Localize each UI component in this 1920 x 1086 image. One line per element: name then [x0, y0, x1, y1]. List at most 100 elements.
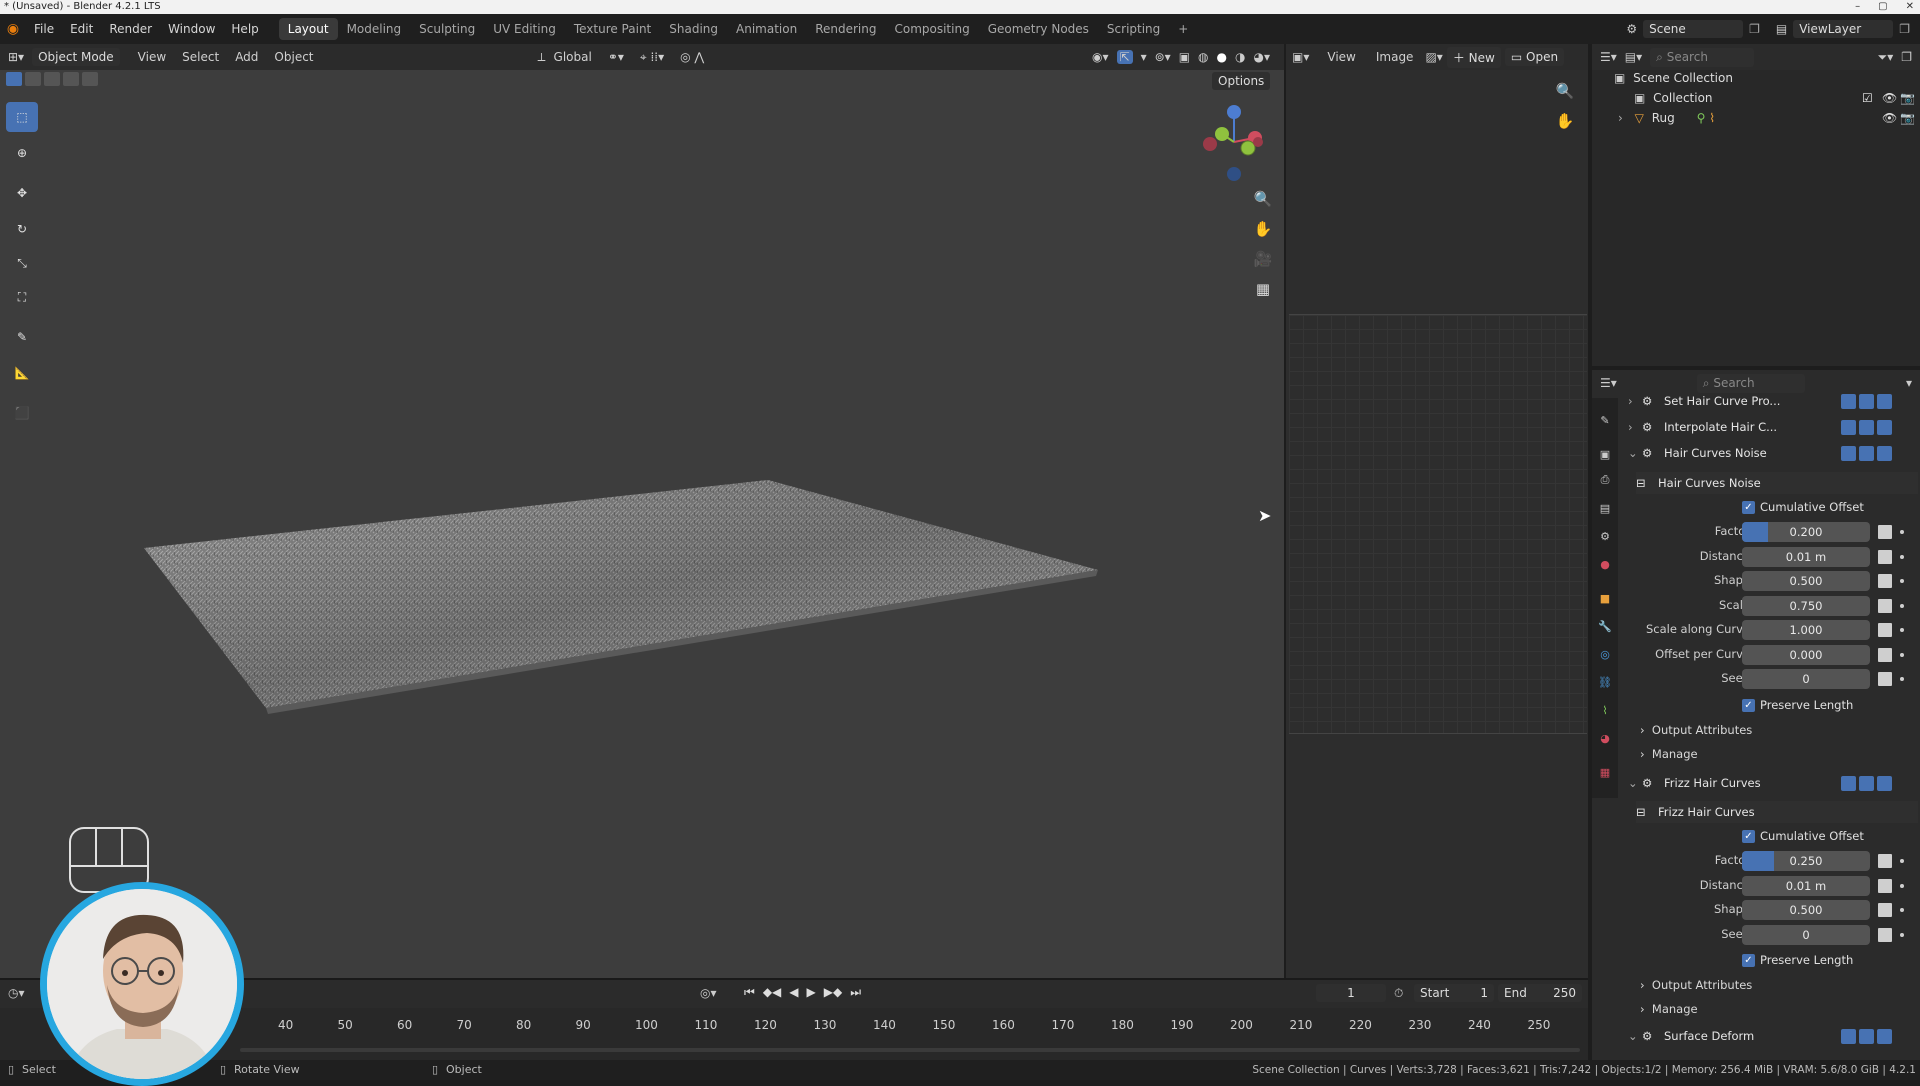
maximize-button[interactable]: ▢ [1878, 0, 1887, 14]
image-zoom-icon[interactable]: 🔍 [1552, 78, 1578, 104]
modifier-set-hair-curve-profile[interactable]: › ⚙ Set Hair Curve Pro... [1628, 390, 1918, 412]
object-tab-icon[interactable]: ■ [1597, 590, 1613, 606]
field-value-slider[interactable]: 0 [1742, 924, 1870, 945]
material-tab-icon[interactable]: ◕ [1597, 730, 1613, 746]
end-frame-field[interactable]: End 250 [1498, 984, 1582, 1002]
new-collection-icon[interactable]: ❐ [1901, 50, 1920, 64]
next-keyframe-icon[interactable]: ▶◆ [824, 985, 842, 1000]
jump-end-icon[interactable]: ⏭ [850, 985, 861, 1000]
noise-manage-panel[interactable]: › Manage [1640, 744, 1840, 764]
annotate-tool[interactable]: ✎ [6, 322, 38, 352]
texture-tab-icon[interactable]: ▦ [1597, 764, 1613, 780]
solid-shading-icon[interactable]: ● [1217, 50, 1227, 64]
play-icon[interactable]: ▶ [807, 985, 816, 1000]
attribute-toggle-icon[interactable] [1878, 525, 1892, 539]
image-browse-icon[interactable]: ▨▾ [1425, 50, 1442, 64]
move-tool[interactable]: ✥ [6, 178, 38, 208]
snap-icon[interactable]: ⌖ ⁞⁞▾ [632, 50, 672, 65]
collapse-chevron-icon[interactable]: ⌄ [1628, 1029, 1642, 1043]
expand-chevron-icon[interactable]: › [1628, 420, 1642, 434]
keying-icon[interactable]: ◎▾ [700, 986, 717, 1000]
noise-field-seed[interactable]: Seed 0 [1628, 668, 1918, 690]
keyframe-dot-icon[interactable] [1900, 579, 1904, 583]
select-new-icon[interactable] [6, 72, 22, 86]
modifier-surface-deform[interactable]: ⌄ ⚙ Surface Deform [1628, 1025, 1918, 1047]
measure-tool[interactable]: 📐 [6, 358, 38, 388]
attribute-toggle-icon[interactable] [1878, 878, 1892, 893]
keyframe-dot-icon[interactable] [1900, 932, 1904, 937]
timeline-type-icon[interactable]: ◷▾ [8, 986, 25, 1000]
properties-type-icon[interactable]: ☰▾ [1600, 376, 1617, 390]
navigation-gizmo[interactable] [1196, 100, 1266, 184]
frizz-field-factor[interactable]: Factor 0.250 [1628, 850, 1918, 872]
field-value-slider[interactable]: 0.01 m [1742, 546, 1870, 567]
collapse-chevron-icon[interactable]: ⌄ [1628, 446, 1642, 460]
frizz-node-group-selector[interactable]: ⊟ Frizz Hair Curves [1636, 801, 1918, 823]
tab-compositing[interactable]: Compositing [885, 18, 978, 40]
pivot-icon[interactable]: ⚭▾ [600, 50, 632, 64]
viewlayer-selector[interactable]: ViewLayer [1793, 20, 1894, 38]
field-value-slider[interactable]: 0 [1742, 669, 1870, 689]
add-cube-tool[interactable]: ⬛ [6, 398, 38, 428]
timeline-scrollbar[interactable] [240, 1048, 1580, 1052]
rendered-shading-icon[interactable]: ◕▾ [1254, 50, 1271, 64]
options-dropdown[interactable]: Options [1212, 72, 1271, 90]
xray-icon[interactable]: ▣ [1179, 50, 1190, 64]
scene-selector[interactable]: Scene [1643, 20, 1744, 38]
viewport-menu-add[interactable]: Add [227, 50, 266, 64]
select-subtract-icon[interactable] [44, 72, 60, 86]
noise-field-shape[interactable]: Shape 0.500 [1628, 570, 1918, 592]
camera-view-icon[interactable]: 🎥 [1250, 246, 1276, 272]
outliner-type-icon[interactable]: ☰▾ [1600, 50, 1617, 64]
pan-hand-icon[interactable]: ✋ [1250, 216, 1276, 242]
attribute-toggle-icon[interactable] [1878, 903, 1892, 917]
noise-field-scale-along-curve[interactable]: Scale along Curve 1.000 [1628, 619, 1918, 641]
properties-options-icon[interactable]: ▾ [1906, 376, 1920, 390]
view-layer-tab-icon[interactable]: ▤ [1597, 500, 1613, 516]
overlay-icon[interactable]: ⊚▾ [1155, 50, 1171, 64]
menu-render[interactable]: Render [101, 14, 160, 44]
start-frame-field[interactable]: Start 1 [1414, 984, 1494, 1002]
noise-output-attributes-panel[interactable]: › Output Attributes [1640, 720, 1840, 740]
render-camera-icon[interactable]: 📷 [1900, 88, 1915, 108]
jump-start-icon[interactable]: ⏮ [744, 985, 755, 1000]
attribute-toggle-icon[interactable] [1878, 927, 1892, 942]
tab-texture-paint[interactable]: Texture Paint [565, 18, 660, 40]
frizz-cumulative-offset-checkbox[interactable]: ✓ Cumulative Offset [1742, 826, 1918, 848]
field-value-slider[interactable]: 0.250 [1742, 851, 1870, 871]
keyframe-dot-icon[interactable] [1900, 883, 1904, 888]
material-shading-icon[interactable]: ◑ [1235, 50, 1245, 64]
image-pan-icon[interactable]: ✋ [1552, 108, 1578, 134]
scale-tool[interactable]: ⤡ [6, 248, 38, 278]
menu-edit[interactable]: Edit [62, 14, 101, 44]
rug-render-camera-icon[interactable]: 📷 [1900, 108, 1915, 128]
select-box-tool[interactable]: ⬚ [6, 102, 38, 132]
keyframe-dot-icon[interactable] [1900, 652, 1904, 657]
field-value-slider[interactable]: 0.500 [1742, 571, 1870, 591]
new-image-button[interactable]: ＋ New [1446, 46, 1501, 68]
outliner-row-rug[interactable]: › ▽ Rug ⚲ ⌇ 👁 📷 [1592, 108, 1920, 128]
outliner-row-collection[interactable]: ▣ Collection ☑ 👁 📷 [1592, 88, 1920, 108]
editor-type-icon[interactable]: ⊞▾ [0, 50, 32, 64]
perspective-grid-icon[interactable]: ▦ [1250, 276, 1276, 302]
field-value-slider[interactable]: 0.500 [1742, 900, 1870, 920]
outliner-row-scene-collection[interactable]: ▣ Scene Collection [1592, 68, 1920, 88]
render-tab-icon[interactable]: ▣ [1597, 446, 1613, 462]
keyframe-dot-icon[interactable] [1900, 677, 1904, 681]
minimize-button[interactable]: – [1855, 0, 1860, 14]
menu-help[interactable]: Help [223, 14, 266, 44]
noise-field-distance[interactable]: Distance 0.01 m [1628, 546, 1918, 568]
blender-logo-icon[interactable]: ◉ [0, 21, 26, 37]
exclude-checkbox[interactable]: ☑ [1862, 88, 1873, 108]
keyframe-dot-icon[interactable] [1900, 908, 1904, 912]
frizz-manage-panel[interactable]: › Manage [1640, 999, 1840, 1019]
add-workspace-button[interactable]: + [1169, 18, 1197, 40]
current-frame-field[interactable]: 1 [1316, 984, 1386, 1002]
tab-shading[interactable]: Shading [660, 18, 727, 40]
node-group-selector[interactable]: ⊟ Hair Curves Noise [1636, 472, 1918, 494]
attribute-toggle-icon[interactable] [1878, 623, 1892, 637]
attribute-toggle-icon[interactable] [1878, 598, 1892, 613]
scene-tab-icon[interactable]: ⚙ [1597, 528, 1613, 544]
tab-layout[interactable]: Layout [278, 18, 338, 40]
viewport-menu-object[interactable]: Object [266, 50, 321, 64]
